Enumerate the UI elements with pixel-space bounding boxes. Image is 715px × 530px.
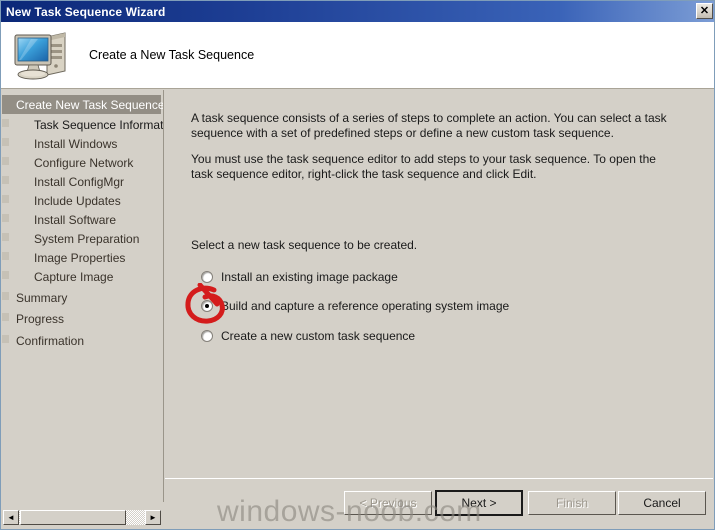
sidebar-item-label: Include Updates [34,193,121,208]
radio-button-icon[interactable] [201,271,213,283]
sidebar-horizontal-scrollbar[interactable]: ◄ ► [2,509,164,526]
sidebar-item-confirmation[interactable]: Confirmation [2,331,163,350]
sidebar-item-install-configmgr[interactable]: Install ConfigMgr [2,172,163,191]
wizard-content-pane: A task sequence consists of a series of … [165,90,713,479]
wizard-window: New Task Sequence Wizard ✕ Create a New … [0,0,715,530]
sidebar-item-label: Install ConfigMgr [34,174,125,189]
radio-option-label: Create a new custom task sequence [221,329,416,343]
sidebar-item-task-sequence-information[interactable]: Task Sequence Information [2,115,164,134]
sidebar-item-label: Configure Network [34,155,134,170]
sidebar-item-label: Task Sequence Information [34,117,164,132]
previous-button[interactable]: < Previous [344,491,432,515]
wizard-header: Create a New Task Sequence [1,22,714,89]
radio-option-1[interactable]: Install an existing image package [201,270,398,284]
radio-option-label: Install an existing image package [221,270,398,284]
sidebar-item-include-updates[interactable]: Include Updates [2,191,163,210]
close-icon[interactable]: ✕ [696,3,713,19]
scroll-right-icon[interactable]: ► [145,510,161,525]
computer-icon [14,32,66,80]
sidebar-item-label: Image Properties [34,250,126,265]
radio-option-label: Build and capture a reference operating … [221,299,510,313]
radio-option-2[interactable]: Build and capture a reference operating … [201,299,509,313]
sidebar-item-summary[interactable]: Summary [2,288,163,307]
sidebar-item-capture-image[interactable]: Capture Image [2,267,163,286]
sidebar-item-label: Progress [16,311,65,326]
sidebar-item-image-properties[interactable]: Image Properties [2,248,163,267]
sidebar-item-label: System Preparation [34,231,140,246]
sidebar-item-label: Install Windows [34,136,118,151]
sidebar-item-label: Summary [16,290,68,305]
sidebar-item-install-software[interactable]: Install Software [2,210,163,229]
sidebar-item-label: Create New Task Sequence [16,97,164,112]
sidebar-item-configure-network[interactable]: Configure Network [2,153,163,172]
wizard-steps-sidebar: Create New Task Sequence Task Sequence In… [2,90,164,502]
selection-prompt: Select a new task sequence to be created… [191,238,418,252]
page-title: Create a New Task Sequence [89,48,255,62]
sidebar-item-install-windows[interactable]: Install Windows [2,134,163,153]
sidebar-item-label: Install Software [34,212,117,227]
dialog-button-bar: < Previous Next > Finish Cancel [165,480,713,529]
description-paragraph-1: A task sequence consists of a series of … [191,111,667,140]
finish-button[interactable]: Finish [528,491,616,515]
title-bar: New Task Sequence Wizard ✕ [1,1,714,22]
sidebar-item-system-preparation[interactable]: System Preparation [2,229,163,248]
scroll-left-icon[interactable]: ◄ [3,510,19,525]
sidebar-item-progress[interactable]: Progress [2,309,163,328]
sidebar-item-label: Capture Image [34,269,114,284]
radio-button-icon[interactable] [201,300,213,312]
radio-option-3[interactable]: Create a new custom task sequence [201,329,415,343]
sidebar-item-create-new-task-sequence[interactable]: Create New Task Sequence [2,95,164,114]
cancel-button[interactable]: Cancel [618,491,706,515]
description-paragraph-2: You must use the task sequence editor to… [191,152,656,181]
radio-button-icon[interactable] [201,330,213,342]
window-title: New Task Sequence Wizard [6,4,166,19]
sidebar-item-label: Confirmation [16,333,85,348]
next-button[interactable]: Next > [435,490,523,516]
scrollbar-thumb[interactable] [20,510,126,525]
